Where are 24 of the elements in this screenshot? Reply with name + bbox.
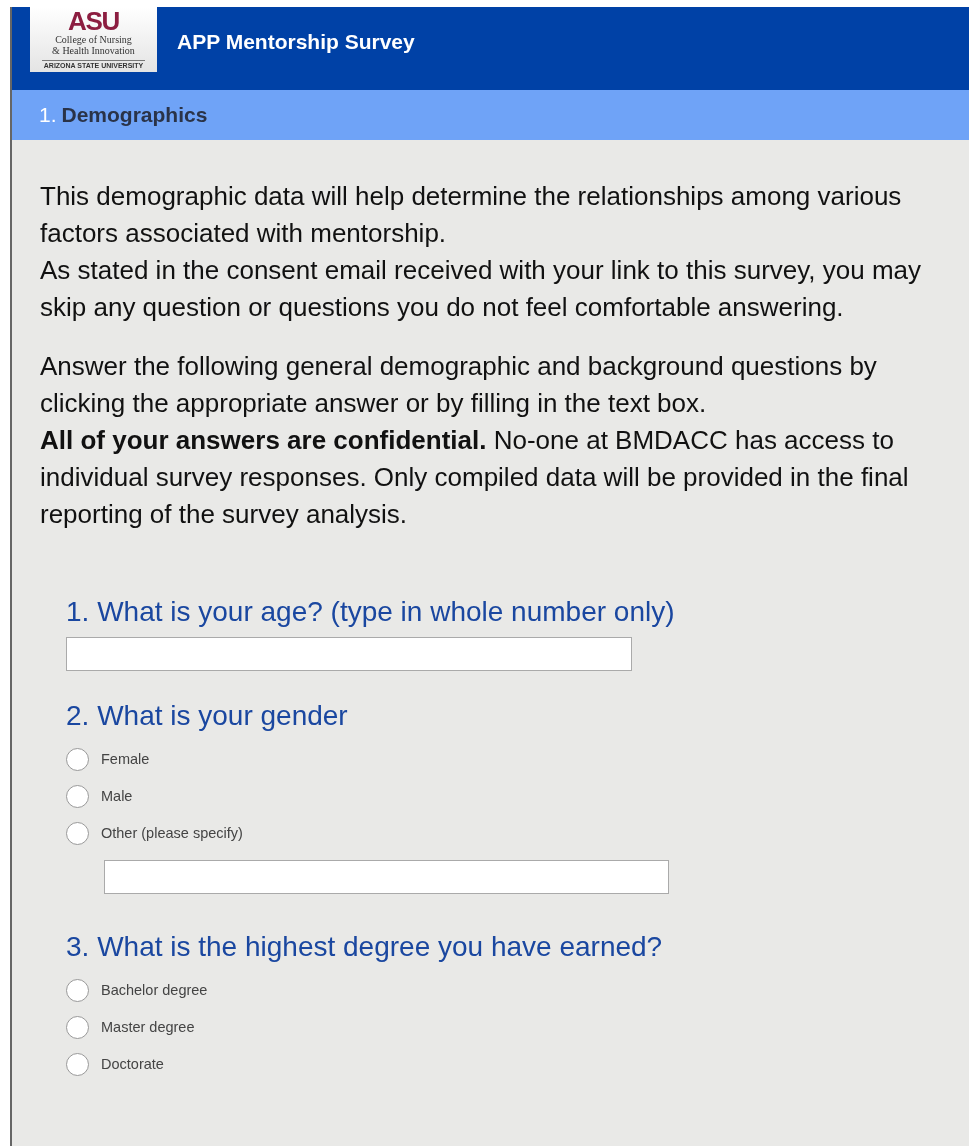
radio-button[interactable]	[66, 748, 89, 771]
intro-text: This demographic data will help determine the relationships among various factors associated with mentorship.	[40, 180, 903, 250]
intro-text: All of your answers are confidential. No-one at BMDACC has access to individual survey responses. Only compiled data will be provided in the final reporting of the survey analysis.	[40, 424, 910, 531]
option-label: Other (please specify)	[101, 823, 243, 843]
intro-text: As stated in the consent email received with your link to this survey, you may skip any question or questions you do not feel comfortable answering.	[40, 254, 923, 324]
option-label: Female	[101, 749, 150, 769]
question-title: 3. What is the highest degree you have earned?	[66, 930, 664, 964]
radio-button[interactable]	[66, 822, 89, 845]
answer-field[interactable]	[66, 637, 632, 671]
section-title: Demographics	[61, 102, 208, 129]
option-label: Bachelor degree	[101, 980, 208, 1000]
specify-field[interactable]	[104, 860, 669, 894]
section-number: 1.	[39, 102, 57, 129]
radio-button[interactable]	[66, 785, 89, 808]
radio-button[interactable]	[66, 1053, 89, 1076]
option-label: Master degree	[101, 1017, 195, 1037]
option-label: Doctorate	[101, 1054, 164, 1074]
survey-title: APP Mentorship Survey	[177, 29, 415, 55]
option-label: Male	[101, 786, 133, 806]
radio-button[interactable]	[66, 979, 89, 1002]
radio-button[interactable]	[66, 1016, 89, 1039]
intro-text: Answer the following general demographic and background questions by clicking the appropriate answer or by filling in the text box.	[40, 350, 878, 420]
question-title: 1. What is your age? (type in whole number only)	[66, 595, 676, 629]
question-title: 2. What is your gender	[66, 699, 349, 733]
